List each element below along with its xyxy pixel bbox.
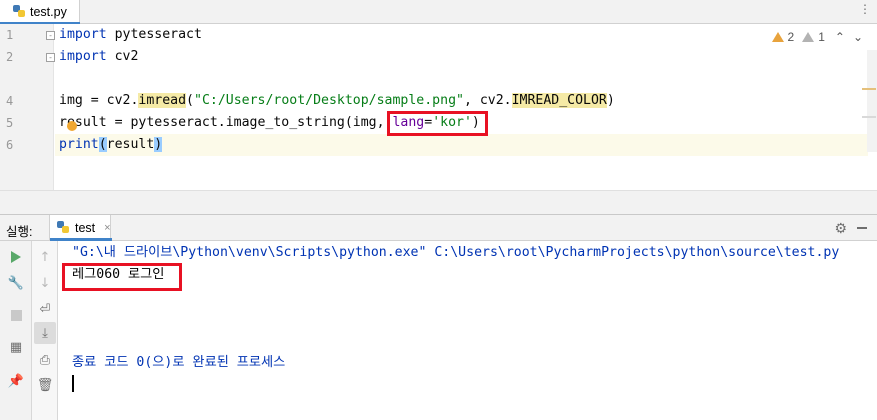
chevron-down-icon[interactable]: ⌄ bbox=[853, 30, 863, 44]
highlight-box-output bbox=[62, 263, 182, 291]
run-tab-test[interactable]: test × bbox=[49, 215, 112, 241]
chevron-up-icon[interactable]: ⌃ bbox=[835, 30, 845, 44]
editor-bottom-area bbox=[0, 190, 877, 214]
scroll-warning-marker[interactable] bbox=[862, 88, 876, 90]
arrow-up-icon[interactable]: ↑ bbox=[35, 247, 55, 267]
line-number-gutter: 1 2 4 5 6 - - bbox=[0, 24, 55, 190]
line-number: 6 bbox=[6, 138, 14, 152]
fold-minus-icon[interactable]: - bbox=[46, 53, 55, 62]
intention-bulb-icon[interactable] bbox=[67, 121, 77, 131]
arrow-down-icon[interactable]: ↓ bbox=[35, 273, 55, 293]
stop-icon[interactable] bbox=[6, 305, 26, 325]
weak-warning-count: 1 bbox=[818, 30, 825, 44]
warning-count: 2 bbox=[787, 30, 795, 44]
close-icon[interactable]: × bbox=[104, 222, 110, 234]
scroll-marker[interactable] bbox=[862, 116, 876, 118]
line-number: 4 bbox=[6, 94, 14, 108]
editor-tab-label: test.py bbox=[30, 5, 67, 19]
console-command-line: "G:\내 드라이브\Python\venv\Scripts\python.ex… bbox=[72, 245, 840, 260]
line-number: 1 bbox=[6, 28, 14, 42]
soft-wrap-icon[interactable]: ⏎ bbox=[35, 299, 55, 319]
editor-scrollbar[interactable] bbox=[867, 50, 877, 152]
highlight-box-lang-kor bbox=[387, 111, 488, 136]
editor-tab-bar: test.py ⋮ bbox=[0, 0, 877, 25]
python-run-config-icon bbox=[56, 220, 70, 237]
weak-warning-icon bbox=[802, 32, 815, 42]
print-icon[interactable]: ⎙ bbox=[35, 350, 55, 370]
code-line-1: import pytesseract bbox=[59, 27, 202, 42]
scroll-to-end-icon[interactable]: ⤓ bbox=[35, 323, 55, 343]
warning-icon bbox=[771, 32, 784, 42]
console-exit-message: 종료 코드 0(으)로 완료된 프로세스 bbox=[72, 355, 286, 370]
line-number: 5 bbox=[6, 116, 14, 130]
trash-icon[interactable]: 🗑 bbox=[35, 375, 55, 395]
more-tabs-icon[interactable]: ⋮ bbox=[859, 2, 871, 16]
hide-panel-icon[interactable] bbox=[857, 227, 867, 229]
run-tool-window-header: 실행: test × ⚙ bbox=[0, 214, 877, 241]
run-toolbar-primary: 🔧 ▦ 📌 bbox=[0, 241, 32, 420]
run-tab-label: test bbox=[75, 221, 96, 235]
layout-icon[interactable]: ▦ bbox=[6, 337, 26, 357]
fold-minus-icon[interactable]: - bbox=[46, 31, 55, 40]
rerun-play-icon[interactable] bbox=[6, 247, 26, 267]
run-panel-title: 실행: bbox=[6, 225, 33, 239]
code-editor[interactable]: 1 2 4 5 6 - - import pytesseract import … bbox=[0, 24, 877, 190]
python-file-icon bbox=[12, 4, 26, 21]
code-line-4: img = cv2.imread("C:/Users/root/Desktop/… bbox=[59, 93, 615, 108]
console-cursor bbox=[72, 375, 74, 392]
code-line-2: import cv2 bbox=[59, 49, 139, 64]
inspection-widget[interactable]: 2 1 ⌃ ⌄ bbox=[771, 30, 863, 44]
pin-icon[interactable]: 📌 bbox=[6, 371, 26, 391]
code-line-6: print(result) bbox=[59, 137, 163, 152]
current-line-highlight bbox=[55, 134, 868, 156]
wrench-icon[interactable]: 🔧 bbox=[6, 273, 26, 293]
gear-icon[interactable]: ⚙ bbox=[834, 220, 847, 237]
line-number: 2 bbox=[6, 50, 14, 64]
editor-tab-test-py[interactable]: test.py bbox=[0, 0, 80, 25]
